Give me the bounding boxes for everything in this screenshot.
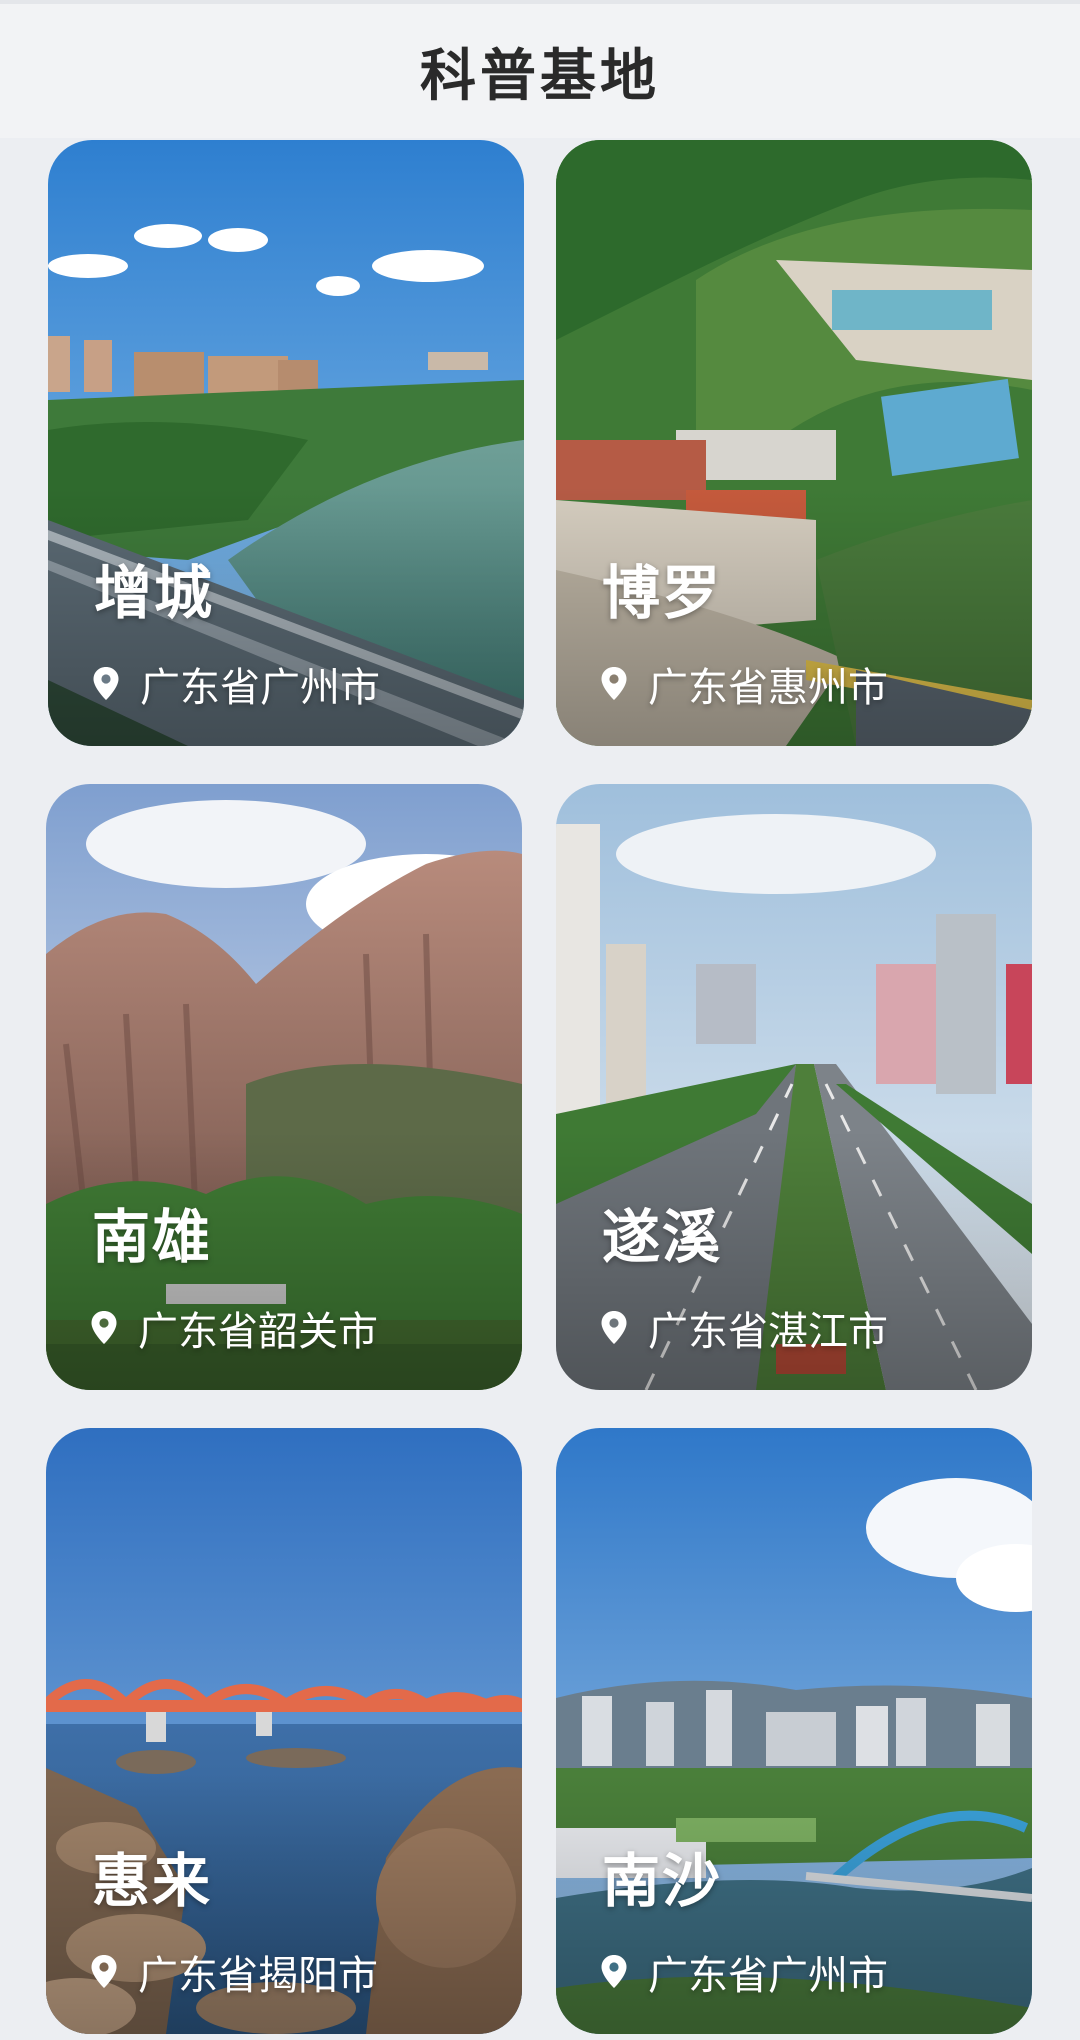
base-name: 博罗 <box>602 559 723 627</box>
base-location-text: 广东省广州市 <box>140 665 380 711</box>
base-name: 遂溪 <box>602 1203 723 1271</box>
base-name: 增城 <box>94 559 215 627</box>
base-location-text: 广东省湛江市 <box>648 1309 888 1355</box>
base-location: 广东省惠州市 <box>600 656 888 712</box>
location-pin-icon <box>601 1955 627 1988</box>
location-pin-icon <box>601 1311 627 1344</box>
base-location: 广东省揭阳市 <box>90 1944 378 2000</box>
location-pin-icon <box>91 1955 117 1988</box>
base-name: 南沙 <box>602 1847 723 1915</box>
base-name: 南雄 <box>92 1203 213 1271</box>
base-location: 广东省韶关市 <box>90 1300 378 1356</box>
base-location-text: 广东省广州市 <box>648 1953 888 1999</box>
page-title: 科普基地 <box>420 43 660 109</box>
base-card-nanxiong[interactable]: 南雄 广东省韶关市 <box>46 784 522 1390</box>
base-location-text: 广东省韶关市 <box>138 1309 378 1355</box>
base-card-nansha[interactable]: 南沙 广东省广州市 <box>556 1428 1032 2034</box>
base-card-boluo[interactable]: 博罗 广东省惠州市 <box>556 140 1032 746</box>
base-location: 广东省广州市 <box>92 656 380 712</box>
location-pin-icon <box>91 1311 117 1344</box>
base-location-text: 广东省揭阳市 <box>138 1953 378 1999</box>
location-pin-icon <box>93 667 119 700</box>
base-card-huilai[interactable]: 惠来 广东省揭阳市 <box>46 1428 522 2034</box>
base-card-grid: 增城 广东省广州市 博罗 广东省惠州市 南雄 广东省韶关市 遂溪 广东省湛江市 … <box>0 138 1080 2040</box>
base-location: 广东省湛江市 <box>600 1300 888 1356</box>
base-location-text: 广东省惠州市 <box>648 665 888 711</box>
page-header: 科普基地 <box>0 0 1080 138</box>
base-card-zengcheng[interactable]: 增城 广东省广州市 <box>48 140 524 746</box>
location-pin-icon <box>601 667 627 700</box>
base-card-suixi[interactable]: 遂溪 广东省湛江市 <box>556 784 1032 1390</box>
base-name: 惠来 <box>92 1847 213 1915</box>
base-location: 广东省广州市 <box>600 1944 888 2000</box>
